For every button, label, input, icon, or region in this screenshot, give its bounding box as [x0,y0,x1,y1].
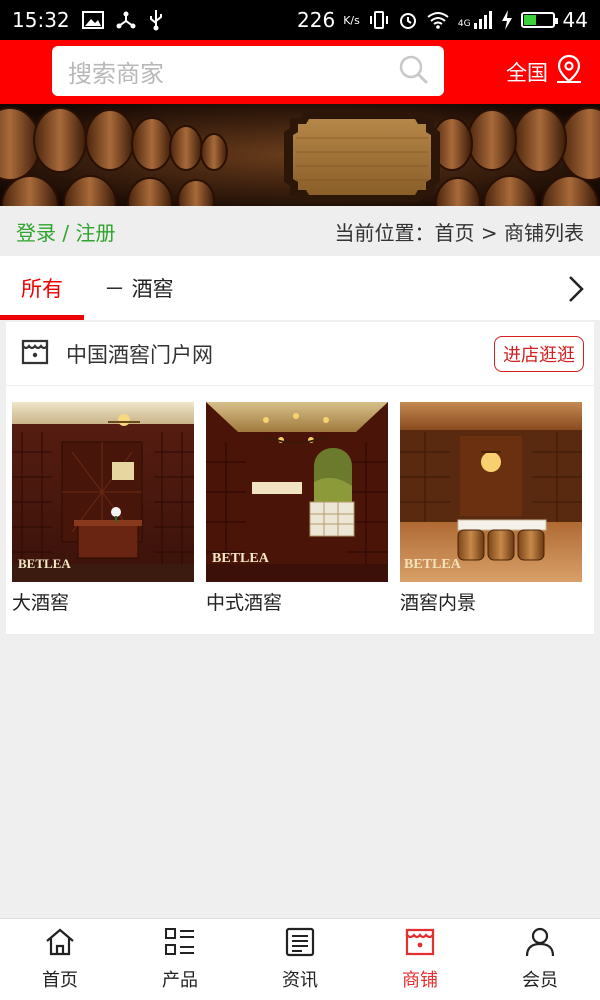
alarm-icon [398,10,418,30]
category-tabs: 所有 － 酒窖 [0,256,600,320]
shop-item-label[interactable]: 大酒窖 [12,588,194,615]
signal-label: 4G [457,19,471,29]
login-register-link[interactable]: 登录 / 注册 [16,217,115,246]
location-pin-icon [554,54,584,89]
shop-items: BETLEA 大酒窖 BETLEA 中式酒窖 BETLEA 酒窖内景 [12,402,582,615]
tab-all[interactable]: 所有 [0,256,84,320]
visit-shop-button[interactable]: 进店逛逛 [494,335,584,372]
wooden-sign [284,112,440,202]
nav-shops[interactable]: 商铺 [360,919,480,1000]
bottom-nav: 首页 产品 资讯 商铺 会员 [0,918,600,1000]
search-placeholder: 搜索商家 [68,59,164,88]
gallery-icon [81,11,104,29]
home-icon [44,927,76,962]
tab-label: － 酒窖 [104,277,174,301]
status-time: 15:32 [12,8,70,32]
region-label: 全国 [506,60,548,85]
shop-card: 中国酒窖门户网 进店逛逛 BETLEA 大酒窖 BETLEA 中式酒窖 BETL… [6,322,594,634]
nav-products[interactable]: 产品 [120,919,240,1000]
battery-fill [523,15,536,25]
grid-list-icon [164,927,196,962]
shop-item-image[interactable]: BETLEA [12,402,194,582]
region-selector[interactable]: 全国 [506,54,584,89]
usb-icon [148,9,164,31]
user-icon [524,927,556,962]
shop-name[interactable]: 中国酒窖门户网 [66,339,213,369]
shop-item-watermark: BETLEA [212,551,270,566]
shop-item-watermark: BETLEA [18,556,71,571]
news-icon [284,927,316,962]
shop-item-image[interactable]: BETLEA [400,402,582,582]
battery-percent: 44 [562,8,588,32]
shop-item[interactable]: BETLEA 酒窖内景 [400,402,582,615]
shop-item-label[interactable]: 中式酒窖 [206,588,388,615]
shop-icon [20,337,50,371]
nav-home[interactable]: 首页 [0,919,120,1000]
shop-item[interactable]: BETLEA 中式酒窖 [206,402,388,615]
shop-item[interactable]: BETLEA 大酒窖 [12,402,194,615]
shop-item-label[interactable]: 酒窖内景 [400,588,582,615]
banner-image[interactable] [0,104,600,206]
signal-4g-icon: 4G [458,11,493,29]
charging-icon [501,10,513,30]
breadcrumb-bar: 登录 / 注册 当前位置：首页 > 商铺列表 [0,206,600,256]
search-icon[interactable] [398,54,428,88]
shop-item-image[interactable]: BETLEA [206,402,388,582]
nav-member[interactable]: 会员 [480,919,600,1000]
nav-label: 首页 [42,970,78,991]
shop-icon [404,927,436,962]
nav-label: 资讯 [282,970,318,991]
shop-item-watermark: BETLEA [404,557,462,572]
chevron-right-icon[interactable] [566,274,586,308]
tab-label: 所有 [21,277,63,301]
tab-wine-cellar[interactable]: － 酒窖 [104,256,174,320]
battery-icon [520,12,558,28]
wifi-icon [426,11,450,29]
breadcrumb: 当前位置：首页 > 商铺列表 [334,220,584,245]
nav-news[interactable]: 资讯 [240,919,360,1000]
net-speed: 226 [297,8,336,32]
share-icon [116,10,136,30]
search-input[interactable]: 搜索商家 [52,46,444,96]
nav-label: 产品 [162,970,198,991]
shop-card-header: 中国酒窖门户网 进店逛逛 [6,322,594,386]
vibrate-icon [368,10,390,30]
nav-label: 商铺 [402,970,438,991]
app-header: 搜索商家 全国 [0,40,600,104]
status-bar: 15:32 226 K/s 4G 44 [0,0,600,40]
nav-label: 会员 [522,970,558,991]
net-speed-unit: K/s [343,13,360,27]
